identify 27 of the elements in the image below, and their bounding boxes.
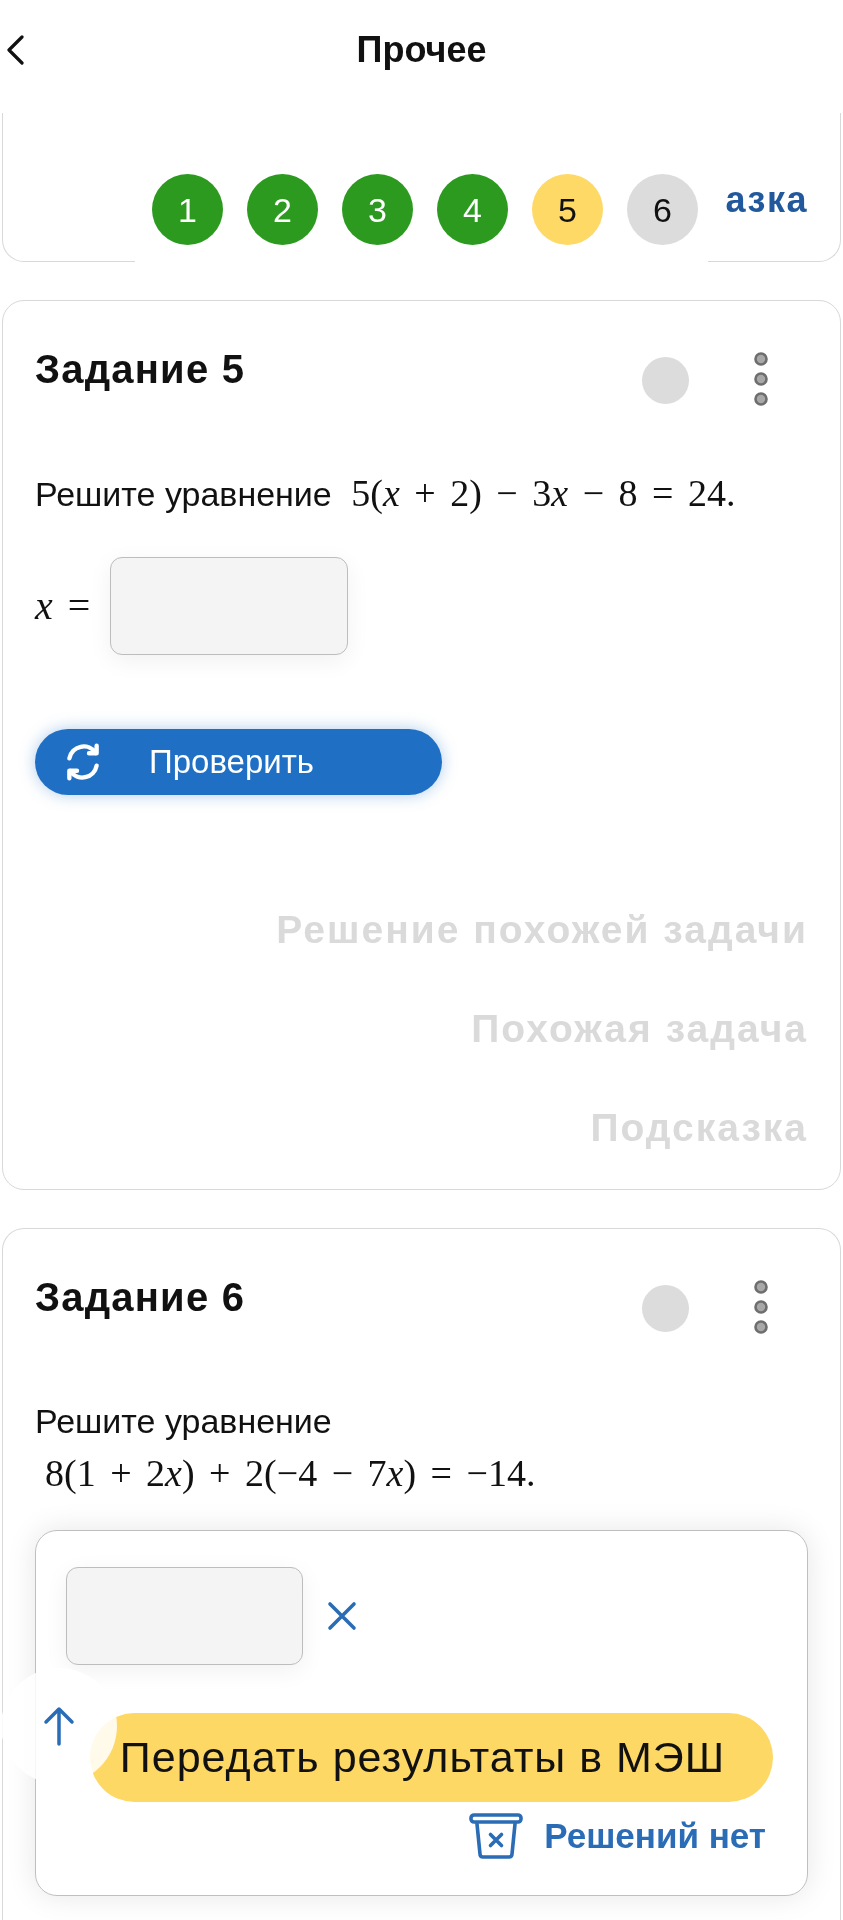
task-step-button[interactable]: 6 [627,174,698,245]
close-icon[interactable] [327,1601,357,1631]
trash-icon [469,1813,524,1859]
task-step-button[interactable]: 4 [437,174,508,245]
task-link[interactable]: азка [725,175,808,225]
status-circle-icon [642,1285,689,1332]
task-step-button[interactable]: 2 [247,174,318,245]
answer-field[interactable] [66,1567,303,1665]
answer-field[interactable] [110,557,349,655]
task-title: Задание 6 [35,1275,247,1319]
task-prompt: Решите уравнение [35,475,332,513]
more-options-icon[interactable] [753,1279,769,1335]
no-solutions-button[interactable]: Решений нет [469,1811,766,1861]
more-options-icon[interactable] [753,351,769,407]
equation: 5(x + 2) − 3x − 8 = 24. [351,471,736,516]
task-title: Задание 5 [35,347,247,391]
task-step-button[interactable]: 1 [152,174,223,245]
task-step-button[interactable]: 3 [342,174,413,245]
task-prompt: Решите уравнение [35,1402,332,1440]
page-title: Прочее [355,29,488,71]
task-step-button[interactable]: 5 [532,174,603,245]
equation: 8(1 + 2x) + 2(−4 − 7x) = −14. [45,1451,536,1496]
arrow-up-icon [41,1706,77,1746]
answer-label: x = [35,582,91,630]
status-circle-icon [642,357,689,404]
check-button[interactable]: Проверить [35,729,442,795]
back-icon[interactable] [6,35,25,65]
